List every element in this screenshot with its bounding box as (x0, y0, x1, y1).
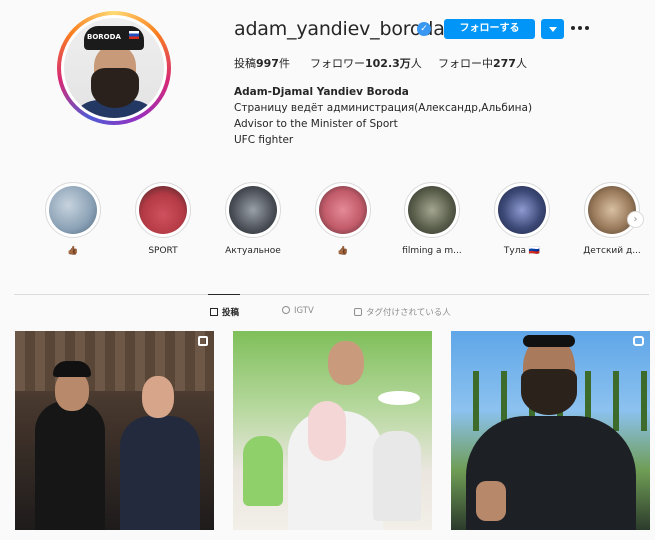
highlight-cover (225, 182, 281, 238)
post-background (15, 331, 214, 391)
highlight-item[interactable]: SPORT (128, 182, 198, 256)
highlight-cover (45, 182, 101, 238)
sunglasses (523, 335, 575, 347)
avatar-cap-flag (129, 31, 139, 39)
highlight-cover (404, 182, 460, 238)
posts-count: 投稿997件 (234, 55, 290, 71)
following-unit: 人 (515, 57, 527, 70)
child-hat (378, 391, 420, 405)
chevron-down-icon (549, 27, 557, 32)
more-options-icon[interactable] (571, 21, 591, 35)
highlight-image (588, 186, 636, 234)
follow-button[interactable]: フォローする (444, 19, 535, 39)
avatar-beard (91, 68, 139, 108)
tab-active-indicator (208, 294, 240, 295)
highlight-item[interactable]: filming a m... (397, 182, 467, 256)
tab-igtv[interactable]: IGTV (282, 306, 314, 316)
verified-badge-icon: ✓ (417, 22, 431, 36)
highlight-item[interactable]: Актуальное (218, 182, 288, 256)
profile-full-name: Adam-Djamal Yandiev Boroda (234, 86, 409, 98)
person-left-cap (53, 361, 91, 377)
tagged-icon (354, 308, 362, 316)
followers-label: フォロワー (310, 57, 365, 70)
post-thumbnail[interactable] (451, 331, 650, 530)
highlight-label: SPORT (148, 246, 178, 256)
baby (308, 401, 346, 461)
highlight-item[interactable]: 👍🏾 (308, 182, 378, 256)
posts-label: 投稿 (234, 57, 256, 70)
tab-posts[interactable]: 投稿 (210, 306, 239, 318)
carousel-icon (198, 336, 208, 346)
highlight-image (498, 186, 546, 234)
tab-label: タグ付けされている人 (366, 308, 451, 318)
highlight-item[interactable]: 👍🏾 (38, 182, 108, 256)
highlight-cover (135, 182, 191, 238)
followers-count[interactable]: フォロワー102.3万人 (310, 55, 422, 71)
tabs-divider (14, 294, 649, 295)
child-dress (373, 431, 421, 521)
posts-value: 997 (256, 57, 279, 70)
tab-label: IGTV (294, 306, 314, 316)
child-green (243, 436, 283, 506)
tab-tagged[interactable]: タグ付けされている人 (354, 306, 451, 318)
post-thumbnail[interactable] (233, 331, 432, 530)
person-left-face (55, 371, 89, 411)
highlight-label: 👍🏾 (67, 246, 79, 256)
person-right (120, 416, 200, 530)
person-left (35, 401, 105, 530)
profile-bio: Adam-Djamal Yandiev Boroda Страницу ведё… (234, 84, 532, 148)
person-beard (521, 369, 577, 415)
followers-value: 102.3万 (365, 57, 411, 70)
highlight-label: filming a m... (402, 246, 462, 256)
highlight-cover (584, 182, 640, 238)
highlight-label: Актуальное (225, 246, 281, 256)
highlight-label: Детский д... (583, 246, 641, 256)
video-icon (633, 336, 644, 346)
followers-unit: 人 (410, 57, 422, 70)
avatar-photo: BORODA (64, 18, 164, 118)
profile-username: adam_yandiev_boroda (234, 18, 445, 40)
suggestions-dropdown-button[interactable] (541, 19, 564, 39)
highlight-image (319, 186, 367, 234)
following-count[interactable]: フォロー中277人 (438, 55, 527, 71)
bio-line: Advisor to the Minister of Sport (234, 118, 398, 130)
highlight-item[interactable]: Тула 🇷🇺 (487, 182, 557, 256)
following-label: フォロー中 (438, 57, 493, 70)
posts-unit: 件 (278, 57, 290, 70)
avatar-cap-text: BORODA (87, 33, 121, 41)
highlight-cover (494, 182, 550, 238)
profile-avatar[interactable]: BORODA (57, 11, 171, 125)
grid-icon (210, 308, 218, 316)
highlights-next-icon[interactable]: › (627, 211, 644, 228)
tab-label: 投稿 (222, 308, 240, 318)
highlight-image (408, 186, 456, 234)
post-thumbnail[interactable] (15, 331, 214, 530)
avatar-inner: BORODA (61, 15, 167, 121)
thumbs-up-hand (476, 481, 506, 521)
igtv-icon (282, 306, 290, 314)
bio-line: Страницу ведёт администрация(Александр,А… (234, 102, 533, 114)
highlight-image (229, 186, 277, 234)
highlight-cover (315, 182, 371, 238)
person-right-face (142, 376, 174, 418)
bio-line: UFC fighter (234, 134, 294, 146)
highlight-image (139, 186, 187, 234)
following-value: 277 (493, 57, 516, 70)
adult-face (328, 341, 364, 385)
highlight-label: 👍🏾 (337, 246, 349, 256)
highlight-label: Тула 🇷🇺 (503, 246, 541, 256)
highlight-image (49, 186, 97, 234)
